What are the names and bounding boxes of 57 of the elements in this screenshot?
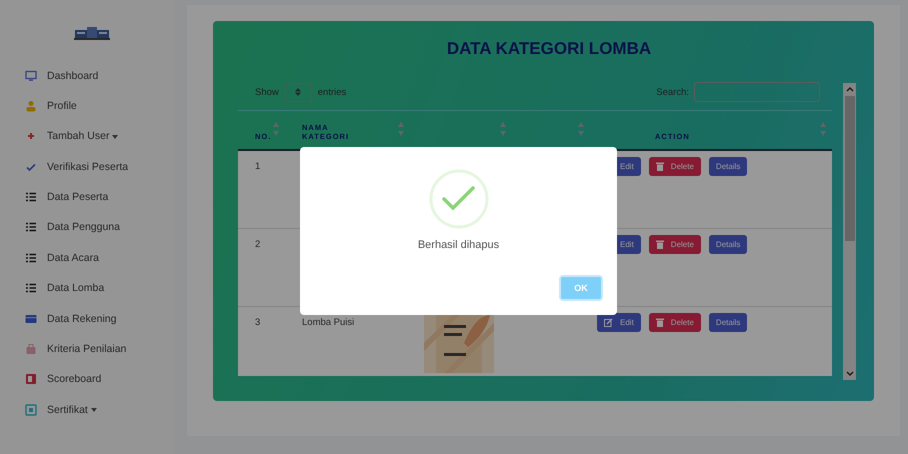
- cert-icon: [25, 404, 37, 416]
- sort-icon[interactable]: [273, 122, 279, 136]
- board-icon: [25, 373, 37, 386]
- list-icon: [25, 221, 37, 234]
- sort-icon[interactable]: [578, 122, 584, 136]
- sidebar-item[interactable]: Kriteria Penilaian: [47, 343, 126, 356]
- entries-label: entries: [318, 86, 346, 98]
- card-icon: [25, 312, 37, 325]
- trash-icon: [656, 240, 664, 249]
- table-cell: 2: [255, 239, 260, 250]
- delete-button[interactable]: Delete: [648, 313, 701, 332]
- sidebar-item[interactable]: Tambah User: [47, 130, 118, 142]
- bag-icon: [25, 343, 37, 356]
- trash-icon: [656, 162, 664, 171]
- dialog-message: Berhasil dihapus: [418, 239, 500, 251]
- sidebar-item[interactable]: Data Pengguna: [47, 221, 120, 234]
- scroll-down-icon[interactable]: [846, 371, 854, 377]
- table-cell: 1: [255, 161, 260, 172]
- page-title: DATA KATEGORI LOMBA: [446, 39, 652, 59]
- details-button[interactable]: Details: [708, 313, 748, 332]
- monitor-icon: [25, 70, 37, 82]
- delete-button[interactable]: Delete: [648, 235, 701, 254]
- sidebar-item[interactable]: Dashboard: [47, 70, 98, 82]
- list-icon: [25, 191, 37, 204]
- sidebar-item[interactable]: Data Rekening: [47, 312, 116, 325]
- delete-button[interactable]: Delete: [648, 157, 701, 176]
- details-button[interactable]: Details: [708, 157, 748, 176]
- edit-icon: [604, 318, 613, 327]
- entries-select[interactable]: [284, 82, 312, 102]
- list-icon: [25, 282, 37, 294]
- details-button[interactable]: Details: [708, 235, 748, 254]
- table-cell: Lomba Puisi: [302, 317, 354, 328]
- sort-icon[interactable]: [500, 122, 506, 136]
- sort-icon: [295, 88, 302, 96]
- success-check-icon: [428, 169, 488, 229]
- caret-icon: [90, 408, 97, 412]
- sidebar-item[interactable]: Data Peserta: [47, 191, 108, 204]
- show-label: Show: [255, 86, 279, 98]
- search-label: Search:: [656, 86, 689, 98]
- edit-button[interactable]: Edit: [597, 313, 641, 332]
- user-icon: [25, 100, 37, 112]
- sidebar-item[interactable]: Scoreboard: [47, 373, 102, 386]
- sort-icon[interactable]: [820, 122, 826, 136]
- sidebar-item[interactable]: Data Acara: [47, 252, 99, 264]
- sidebar-item[interactable]: Sertifikat: [47, 404, 97, 416]
- sort-icon[interactable]: [398, 122, 404, 136]
- building-logo-icon: [74, 26, 110, 40]
- scroll-up-icon[interactable]: [846, 86, 854, 92]
- table-cell: 3: [255, 317, 260, 328]
- caret-icon: [112, 134, 118, 138]
- sidebar-item[interactable]: Profile: [47, 100, 77, 112]
- sidebar-item[interactable]: Verifikasi Peserta: [47, 160, 128, 173]
- trash-icon: [656, 318, 664, 327]
- list-icon: [25, 252, 37, 264]
- scrollbar[interactable]: [843, 83, 856, 380]
- search-field[interactable]: [694, 82, 820, 102]
- sidebar-item[interactable]: Data Lomba: [47, 282, 104, 294]
